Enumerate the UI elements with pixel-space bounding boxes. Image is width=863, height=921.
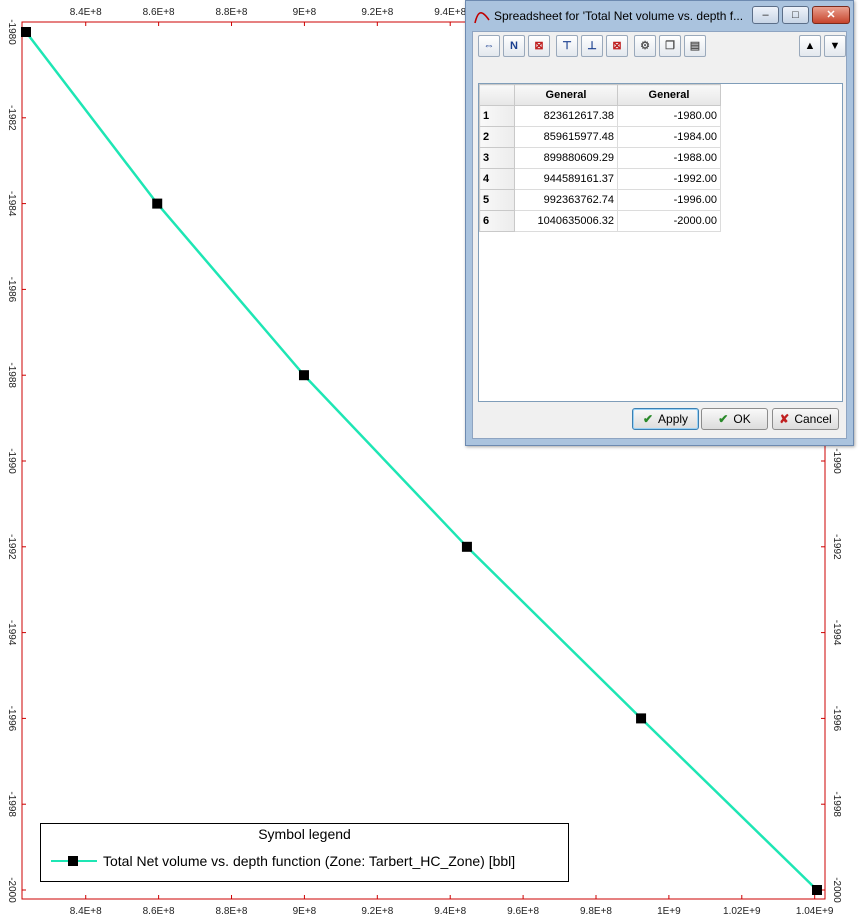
- data-point: [812, 885, 822, 895]
- row-header[interactable]: 3: [479, 147, 515, 169]
- cell-y-value[interactable]: -2000.00: [617, 210, 721, 232]
- function-curve-icon: [474, 12, 490, 24]
- spreadsheet-grid[interactable]: General General 1 823612617.38 -1980.00 2 85…: [478, 83, 843, 402]
- move-down-icon[interactable]: ▼: [824, 35, 846, 57]
- y-tick-label: -1998: [6, 791, 17, 817]
- x-tick-label: 8.8E+8: [216, 7, 248, 18]
- cell-y-value[interactable]: -1984.00: [617, 126, 721, 148]
- row-header[interactable]: 6: [479, 210, 515, 232]
- x-tick-label: 9.6E+8: [507, 906, 539, 917]
- cell-x-value[interactable]: 1040635006.32: [514, 210, 618, 232]
- x-tick-label: 9E+8: [293, 906, 317, 917]
- ok-button[interactable]: ✔ OK: [701, 408, 768, 430]
- x-tick-label: 9E+8: [293, 7, 317, 18]
- column-header[interactable]: General: [514, 84, 618, 106]
- cell-y-value[interactable]: -1992.00: [617, 168, 721, 190]
- x-tick-label: 8.4E+8: [70, 7, 102, 18]
- y-tick-label: -1998: [831, 791, 842, 817]
- maximize-button[interactable]: □: [782, 6, 809, 24]
- table-row[interactable]: 3 899880609.29 -1988.00: [479, 147, 721, 169]
- y-tick-label: -1992: [6, 534, 17, 560]
- dialog-client: ⇔ N ⊠ ⊤ ⊥ ⊠ ⚙ ❐ ▤ ▲ ▼ General General 18…: [472, 31, 847, 439]
- x-tick-label: 1E+9: [657, 906, 681, 917]
- delete-rows-icon[interactable]: ⊠: [606, 35, 628, 57]
- y-tick-label: -1988: [6, 362, 17, 388]
- paste-icon[interactable]: ▤: [684, 35, 706, 57]
- x-tick-label: 8.8E+8: [216, 906, 248, 917]
- y-tick-label: -1996: [831, 706, 842, 732]
- cell-y-value[interactable]: -1980.00: [617, 105, 721, 127]
- data-point: [21, 27, 31, 37]
- x-tick-label: 9.4E+8: [434, 906, 466, 917]
- table-row[interactable]: 4 944589161.37 -1992.00: [479, 168, 721, 190]
- table-header-row: General General: [479, 84, 721, 106]
- cell-y-value[interactable]: -1996.00: [617, 189, 721, 211]
- cell-x-value[interactable]: 859615977.48: [514, 126, 618, 148]
- cell-x-value[interactable]: 899880609.29: [514, 147, 618, 169]
- x-tick-label: 8.6E+8: [143, 7, 175, 18]
- apply-button[interactable]: ✔ Apply: [632, 408, 699, 430]
- settings-icon[interactable]: ⚙: [634, 35, 656, 57]
- x-tick-label: 9.2E+8: [361, 7, 393, 18]
- dialog-titlebar[interactable]: Spreadsheet for 'Total Net volume vs. de…: [466, 1, 853, 31]
- table-row[interactable]: 5 992363762.74 -1996.00: [479, 189, 721, 211]
- y-tick-label: -1984: [6, 191, 17, 217]
- row-header[interactable]: 5: [479, 189, 515, 211]
- y-tick-label: -1986: [6, 277, 17, 303]
- spreadsheet-table: General General 1 823612617.38 -1980.00 2 85…: [479, 84, 721, 232]
- delete-row-icon[interactable]: ⊠: [528, 35, 550, 57]
- y-tick-label: -1990: [6, 448, 17, 474]
- legend-title: Symbol legend: [258, 826, 351, 842]
- data-point: [461, 541, 472, 552]
- legend-entry: Total Net volume vs. depth function (Zon…: [51, 851, 515, 871]
- table-row[interactable]: 6 1040635006.32 -2000.00: [479, 210, 721, 232]
- cancel-button[interactable]: ✘ Cancel: [772, 408, 839, 430]
- insert-after-icon[interactable]: ⊥: [581, 35, 603, 57]
- cell-x-value[interactable]: 992363762.74: [514, 189, 618, 211]
- table-row[interactable]: 2 859615977.48 -1984.00: [479, 126, 721, 148]
- minimize-button[interactable]: –: [752, 6, 779, 24]
- row-header[interactable]: 4: [479, 168, 515, 190]
- row-header[interactable]: 2: [479, 126, 515, 148]
- close-button[interactable]: ✕: [812, 6, 850, 24]
- data-point: [298, 370, 309, 381]
- symbol-legend: Symbol legend Total Net volume vs. depth…: [40, 823, 569, 882]
- y-tick-label: -2000: [6, 877, 17, 903]
- append-row-icon[interactable]: ⇔: [478, 35, 500, 57]
- data-point: [152, 198, 163, 209]
- y-tick-label: -1996: [6, 706, 17, 732]
- legend-entry-label: Total Net volume vs. depth function (Zon…: [103, 853, 516, 869]
- x-tick-label: 8.4E+8: [70, 906, 102, 917]
- table-row[interactable]: 1 823612617.38 -1980.00: [479, 105, 721, 127]
- cell-x-value[interactable]: 944589161.37: [514, 168, 618, 190]
- x-tick-label: 9.2E+8: [361, 906, 393, 917]
- y-tick-label: -1980: [6, 19, 17, 45]
- copy-icon[interactable]: ❐: [659, 35, 681, 57]
- y-tick-label: -2000: [831, 877, 842, 903]
- x-tick-label: 1.02E+9: [723, 906, 761, 917]
- insert-n-rows-icon[interactable]: N: [503, 35, 525, 57]
- y-tick-label: -1992: [831, 534, 842, 560]
- insert-before-icon[interactable]: ⊤: [556, 35, 578, 57]
- y-tick-label: -1994: [6, 620, 17, 646]
- row-header[interactable]: 1: [479, 105, 515, 127]
- y-tick-label: -1990: [831, 448, 842, 474]
- column-header[interactable]: General: [617, 84, 721, 106]
- x-tick-label: 9.8E+8: [580, 906, 612, 917]
- x-tick-label: 1.04E+9: [796, 906, 834, 917]
- move-up-icon[interactable]: ▲: [799, 35, 821, 57]
- x-tick-label: 9.4E+8: [434, 7, 466, 18]
- cell-x-value[interactable]: 823612617.38: [514, 105, 618, 127]
- y-tick-label: -1994: [831, 620, 842, 646]
- corner-cell[interactable]: [479, 84, 515, 106]
- data-point: [636, 713, 647, 724]
- cell-y-value[interactable]: -1988.00: [617, 147, 721, 169]
- legend-swatch-icon: [51, 854, 97, 868]
- y-tick-label: -1982: [6, 105, 17, 131]
- dialog-title: Spreadsheet for 'Total Net volume vs. de…: [494, 9, 744, 23]
- spreadsheet-dialog[interactable]: Spreadsheet for 'Total Net volume vs. de…: [465, 0, 854, 446]
- x-tick-label: 8.6E+8: [143, 906, 175, 917]
